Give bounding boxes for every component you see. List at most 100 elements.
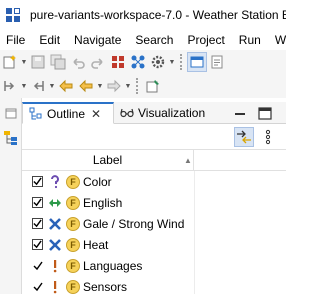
new-wizard-button[interactable] bbox=[0, 52, 20, 72]
link-with-editor-button[interactable] bbox=[234, 127, 254, 147]
maximize-view-icon[interactable] bbox=[258, 107, 272, 120]
sort-ascending-icon[interactable]: ▲ bbox=[184, 156, 192, 165]
window-icon bbox=[190, 56, 204, 68]
checkmark-icon bbox=[33, 240, 42, 249]
feature-badge: F bbox=[66, 258, 80, 273]
menu-navigate[interactable]: Navigate bbox=[67, 33, 128, 47]
exclamation-icon bbox=[47, 258, 63, 274]
toolbar-grip[interactable] bbox=[180, 54, 184, 70]
column-divider bbox=[194, 276, 195, 294]
undo-button[interactable] bbox=[68, 52, 88, 72]
selection-checkbox[interactable] bbox=[32, 239, 43, 250]
last-edit-button[interactable] bbox=[56, 76, 76, 96]
row-label: Sensors bbox=[83, 279, 128, 294]
table-row[interactable]: F English bbox=[22, 192, 286, 213]
outline-view-toolbar bbox=[22, 125, 286, 149]
save-button[interactable] bbox=[28, 52, 48, 72]
table-row[interactable]: F Languages bbox=[22, 255, 286, 276]
app-grid-icon bbox=[6, 8, 20, 22]
menu-search[interactable]: Search bbox=[128, 33, 180, 47]
menu-run[interactable]: Run bbox=[232, 33, 268, 47]
minimized-view-icon[interactable] bbox=[3, 106, 19, 122]
close-tab-icon[interactable]: ✕ bbox=[91, 107, 101, 121]
view-menu-button[interactable] bbox=[258, 127, 278, 147]
blue-network-icon bbox=[131, 55, 145, 69]
feature-badge: F bbox=[66, 174, 80, 189]
feature-list: F Color F English F Gale / Strong Wind F… bbox=[22, 171, 286, 294]
forward-button[interactable] bbox=[104, 76, 124, 96]
feature-model-button[interactable] bbox=[128, 52, 148, 72]
back-arrow-icon bbox=[79, 79, 93, 93]
forward-dropdown-icon[interactable]: ▼ bbox=[124, 76, 132, 96]
menu-file[interactable]: File bbox=[0, 33, 32, 47]
exclamation-icon bbox=[47, 279, 63, 294]
variant-model-button[interactable] bbox=[108, 52, 128, 72]
column-divider bbox=[194, 255, 195, 276]
toggle-view-button[interactable] bbox=[187, 52, 207, 72]
document-icon bbox=[211, 55, 223, 69]
window-title: pure-variants-workspace-7.0 - Weather St… bbox=[30, 8, 286, 22]
back-dropdown-icon[interactable]: ▼ bbox=[96, 76, 104, 96]
pin-editor-button[interactable] bbox=[143, 76, 163, 96]
table-row[interactable]: F Sensors bbox=[22, 276, 286, 294]
prev-annotation-icon bbox=[33, 81, 44, 91]
back-button[interactable] bbox=[76, 76, 96, 96]
selection-checkbox[interactable] bbox=[32, 218, 43, 229]
outline-icon bbox=[29, 107, 42, 119]
selection-checkbox[interactable] bbox=[32, 176, 43, 187]
cross-icon bbox=[47, 216, 63, 232]
checkmark-icon bbox=[33, 198, 42, 207]
hierarchy-icon[interactable] bbox=[3, 130, 19, 146]
main-toolbar: ▼ ▼ bbox=[0, 50, 286, 74]
prev-annotation-button[interactable] bbox=[28, 76, 48, 96]
title-bar: pure-variants-workspace-7.0 - Weather St… bbox=[0, 0, 286, 30]
selection-tick[interactable] bbox=[32, 281, 43, 292]
tab-outline-label: Outline bbox=[47, 106, 86, 121]
next-annotation-dropdown-icon[interactable]: ▼ bbox=[20, 76, 28, 96]
toolbar-grip-2[interactable] bbox=[136, 78, 140, 94]
undo-icon bbox=[73, 58, 85, 69]
navigation-toolbar: ▼ ▼ ▼ ▼ bbox=[0, 74, 286, 98]
column-header-label[interactable]: Label bbox=[22, 150, 194, 170]
print-button[interactable] bbox=[207, 52, 227, 72]
vertical-dots-icon bbox=[265, 129, 271, 145]
checkmark-icon bbox=[33, 261, 43, 270]
settings-button[interactable] bbox=[148, 52, 168, 72]
table-row[interactable]: F Heat bbox=[22, 234, 286, 255]
back-edit-arrow-icon bbox=[59, 79, 73, 93]
view-tab-bar: Outline ✕ Visualization bbox=[22, 102, 286, 124]
checkmark-icon bbox=[33, 177, 42, 186]
prev-annotation-dropdown-icon[interactable]: ▼ bbox=[48, 76, 56, 96]
tab-visualization-label: Visualization bbox=[138, 106, 206, 120]
checkmark-icon bbox=[33, 219, 42, 228]
row-label: Languages bbox=[83, 258, 143, 273]
red-grid-icon bbox=[112, 56, 124, 68]
selection-checkbox[interactable] bbox=[32, 197, 43, 208]
menu-window[interactable]: Win bbox=[268, 33, 286, 47]
selection-tick[interactable] bbox=[32, 260, 43, 271]
redo-icon bbox=[91, 58, 103, 69]
tab-visualization[interactable]: Visualization bbox=[114, 102, 214, 124]
feature-badge: F bbox=[66, 195, 80, 210]
menu-project[interactable]: Project bbox=[180, 33, 231, 47]
gear-icon bbox=[151, 55, 165, 69]
checkmark-icon bbox=[33, 282, 43, 291]
next-annotation-icon bbox=[4, 81, 15, 91]
double-arrow-icon bbox=[47, 195, 63, 211]
pin-editor-icon bbox=[146, 80, 159, 93]
redo-button[interactable] bbox=[88, 52, 108, 72]
new-dropdown-arrow-icon[interactable]: ▼ bbox=[20, 52, 28, 72]
minimize-view-icon[interactable] bbox=[234, 108, 246, 120]
link-with-editor-icon bbox=[237, 130, 251, 144]
cross-icon bbox=[47, 237, 63, 253]
table-row[interactable]: F Color bbox=[22, 171, 286, 192]
save-all-button[interactable] bbox=[48, 52, 68, 72]
feature-badge: F bbox=[66, 279, 80, 294]
table-row[interactable]: F Gale / Strong Wind bbox=[22, 213, 286, 234]
left-trim-strip bbox=[0, 98, 22, 294]
tab-outline[interactable]: Outline ✕ bbox=[22, 102, 114, 124]
next-annotation-button[interactable] bbox=[0, 76, 20, 96]
row-label: English bbox=[83, 195, 123, 210]
menu-edit[interactable]: Edit bbox=[32, 33, 67, 47]
settings-dropdown-arrow-icon[interactable]: ▼ bbox=[168, 52, 176, 72]
